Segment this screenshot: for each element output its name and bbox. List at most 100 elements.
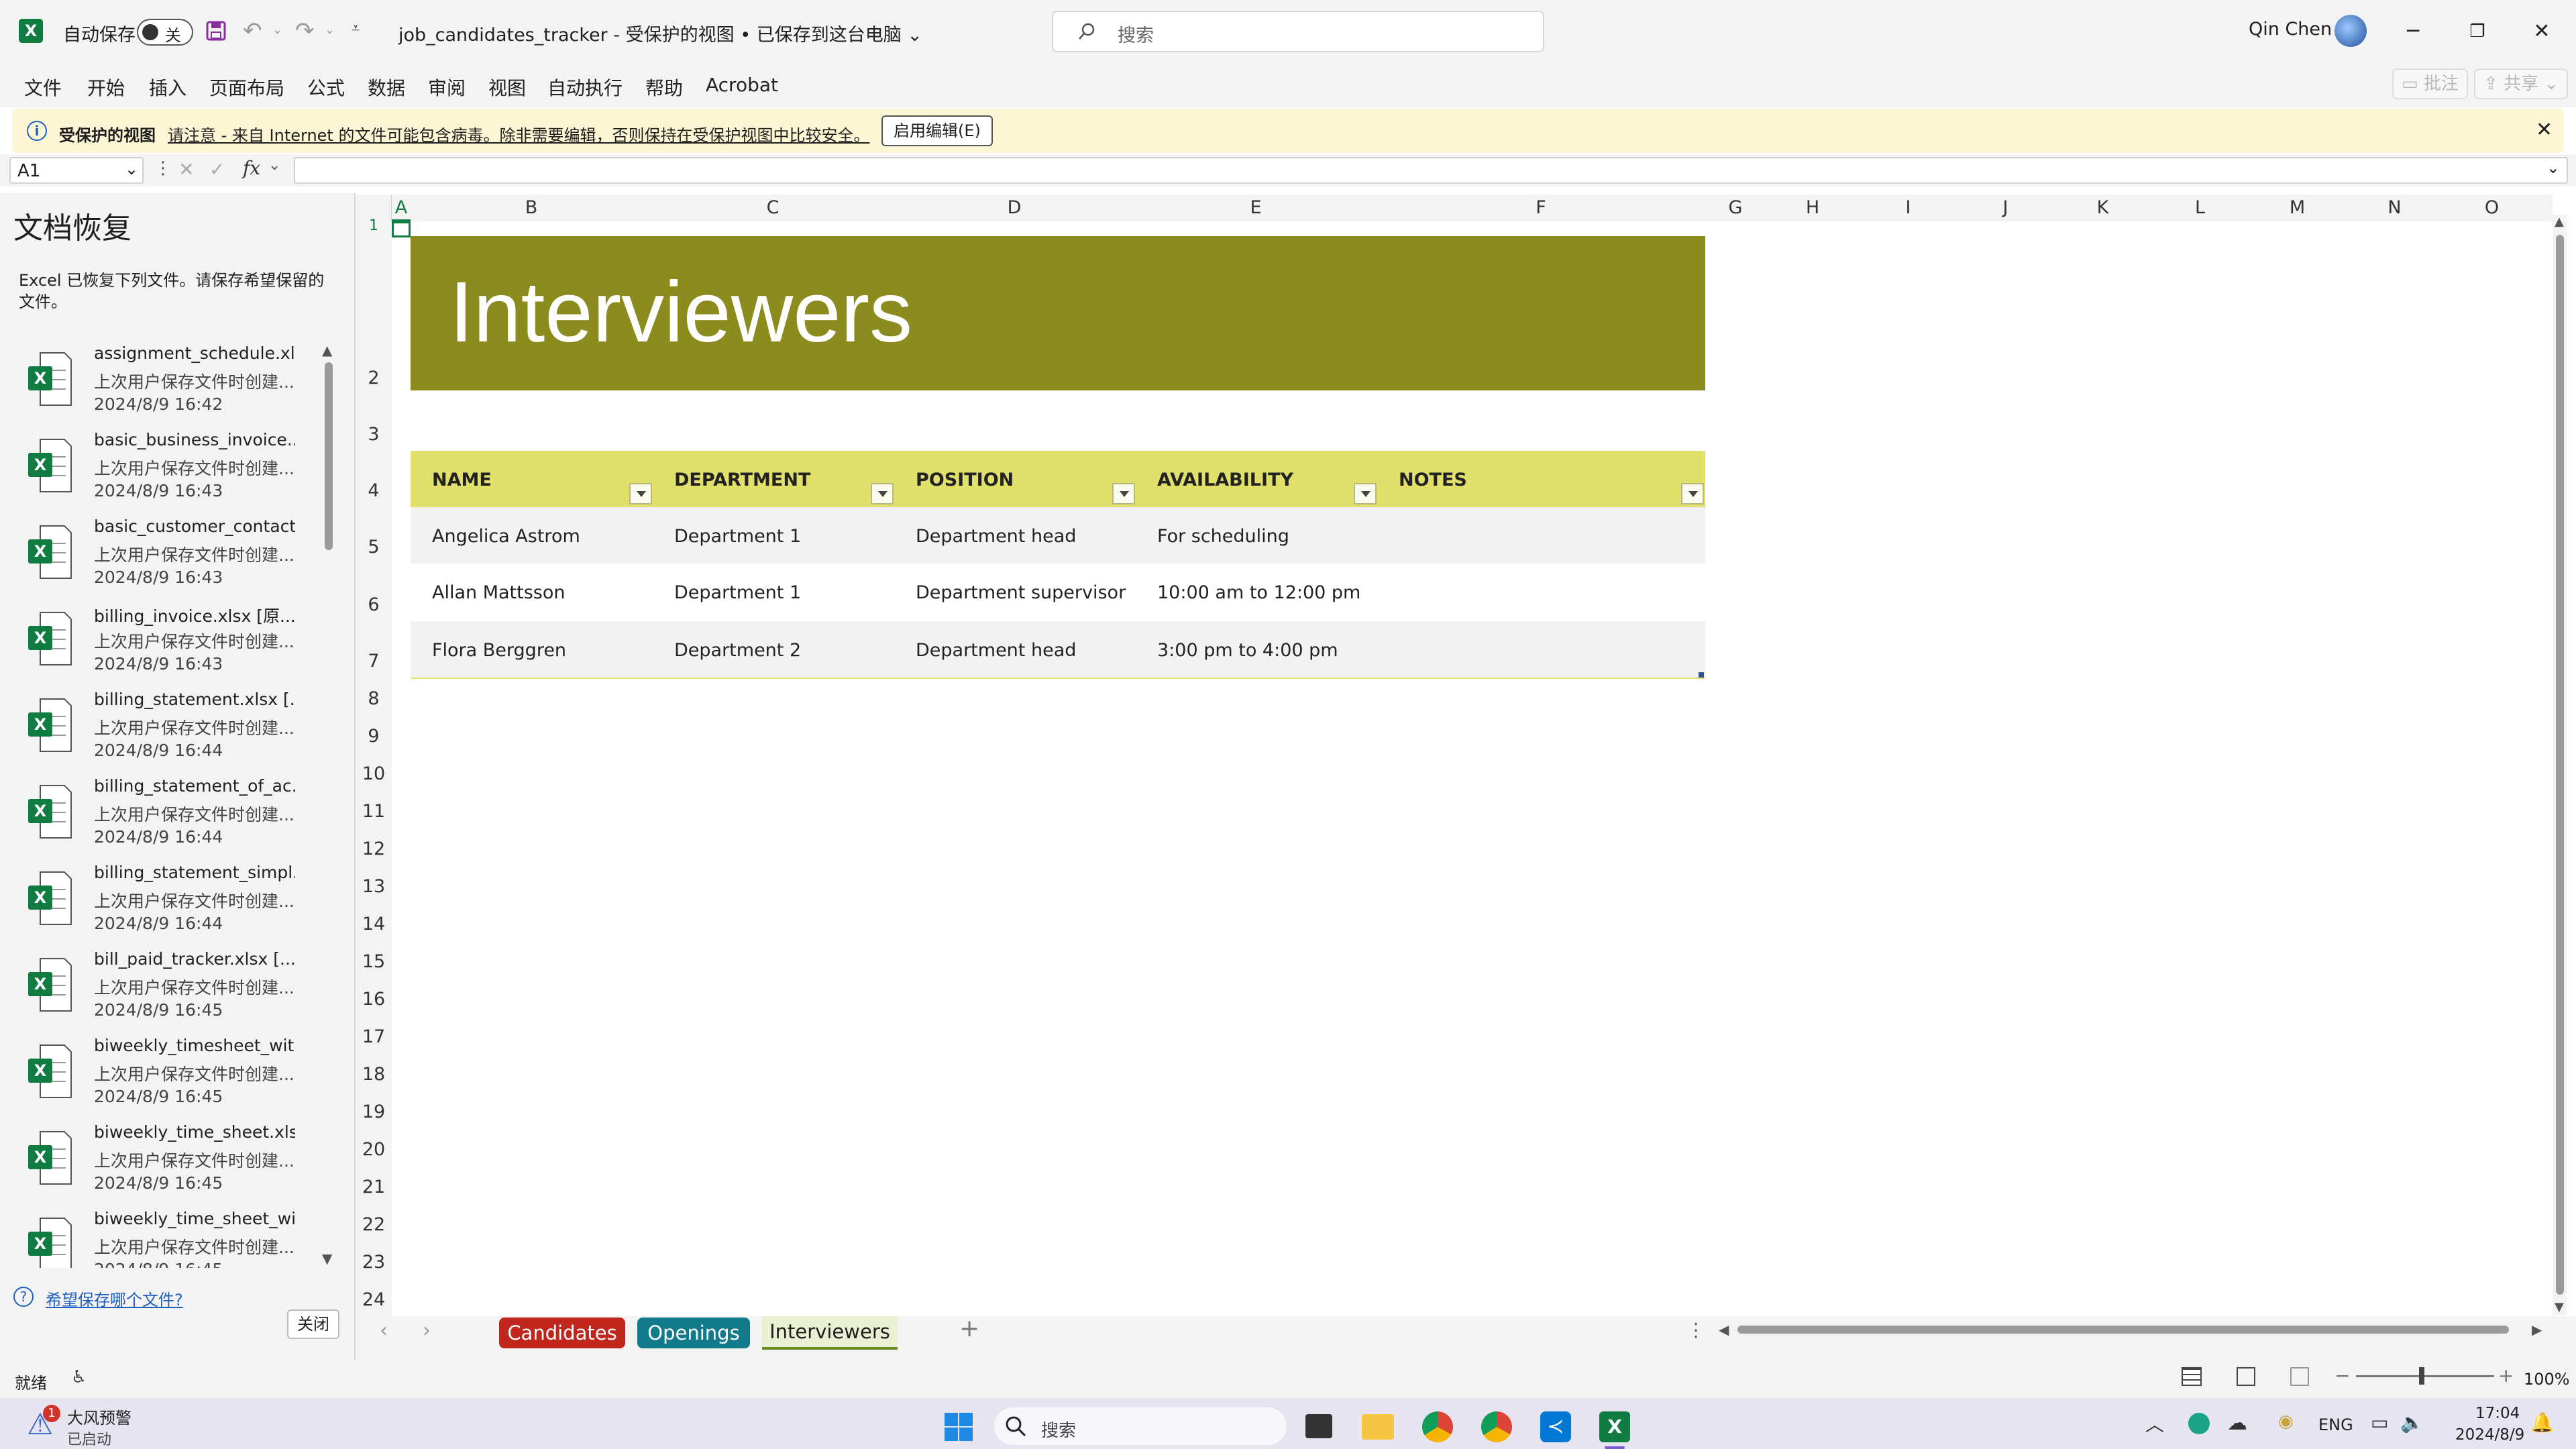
menu-help[interactable]: 帮助 — [645, 74, 683, 101]
onedrive-icon[interactable]: ☁ — [2227, 1411, 2247, 1435]
customize-toolbar-icon[interactable]: ⩡ — [352, 20, 360, 37]
vertical-scrollbar[interactable]: ▲ ▼ — [2553, 215, 2567, 1315]
document-title[interactable]: job_candidates_tracker - 受保护的视图 • 已保存到这台… — [398, 20, 922, 46]
tab-openings[interactable]: Openings — [637, 1318, 750, 1348]
recovery-close-button[interactable]: 关闭 — [287, 1309, 339, 1339]
restore-icon[interactable]: ❐ — [2447, 0, 2508, 63]
accessibility-icon[interactable]: ♿ — [71, 1367, 87, 1387]
formula-input[interactable]: ⌄ — [294, 157, 2568, 184]
vertical-scroll-thumb[interactable] — [2556, 235, 2564, 1295]
cell-name[interactable]: Angelica Astrom — [432, 526, 580, 547]
menu-automate[interactable]: 自动执行 — [547, 74, 623, 101]
row-header-15[interactable]: 15 — [356, 951, 392, 972]
redo-dropdown-icon[interactable]: ⌄ — [325, 23, 335, 37]
recovery-file-item[interactable]: Xbasic_business_invoice.... 上次用户保存文件时创建..… — [0, 429, 329, 515]
scroll-up-icon[interactable]: ▲ — [2555, 215, 2564, 229]
column-header-b[interactable]: B — [411, 195, 652, 221]
row-header-5[interactable]: 5 — [356, 537, 392, 557]
help-link[interactable]: 希望保存哪个文件? — [46, 1287, 183, 1310]
previous-sheet-icon[interactable]: ‹ — [380, 1319, 388, 1342]
notification-bell-icon[interactable]: 🔔 — [2530, 1411, 2554, 1434]
volume-icon[interactable]: 🔈 — [2400, 1411, 2424, 1434]
recovery-file-item[interactable]: Xassignment_schedule.xl... 上次用户保存文件时创建...… — [0, 342, 329, 429]
recovery-scroll-down-icon[interactable]: ▼ — [322, 1250, 332, 1267]
weather-title[interactable]: 大风预警 — [67, 1405, 131, 1428]
sheet-options-icon[interactable]: ⋮ — [1686, 1319, 1705, 1341]
row-header-19[interactable]: 19 — [356, 1102, 392, 1122]
cell-name[interactable]: Flora Berggren — [432, 640, 566, 661]
enable-editing-button[interactable]: 启用编辑(E) — [881, 115, 993, 146]
menu-review[interactable]: 审阅 — [428, 74, 466, 101]
row-header-14[interactable]: 14 — [356, 914, 392, 934]
redo-icon[interactable]: ↷ — [295, 17, 315, 44]
row-header-10[interactable]: 10 — [356, 763, 392, 784]
chrome-profile-icon[interactable] — [1481, 1411, 1512, 1442]
column-header-h[interactable]: H — [1766, 195, 1860, 221]
fx-dropdown-icon[interactable]: ⌄ — [268, 157, 280, 174]
cancel-icon[interactable]: ✕ — [178, 158, 194, 180]
row-header-7[interactable]: 7 — [356, 651, 392, 672]
menu-home[interactable]: 开始 — [87, 74, 125, 101]
page-layout-view-icon[interactable] — [2237, 1367, 2255, 1386]
clock-date[interactable]: 2024/8/9 — [2455, 1426, 2524, 1444]
scroll-left-icon[interactable]: ◀ — [1719, 1322, 1729, 1338]
avatar[interactable] — [2334, 15, 2367, 47]
cell-position[interactable]: Department head — [916, 640, 1076, 661]
recovery-file-item[interactable]: Xbilling_statement.xlsx [... 上次用户保存文件时创建.… — [0, 688, 329, 775]
recovery-file-item[interactable]: Xbasic_customer_contact... 上次用户保存文件时创建...… — [0, 515, 329, 602]
row-header-9[interactable]: 9 — [356, 726, 392, 747]
row-header-21[interactable]: 21 — [356, 1177, 392, 1197]
recovery-scroll-up-icon[interactable]: ▲ — [322, 342, 332, 358]
search-box[interactable]: 搜索 — [1052, 11, 1544, 52]
zoom-out-icon[interactable]: − — [2334, 1364, 2350, 1387]
row-header-11[interactable]: 11 — [356, 801, 392, 822]
menu-formulas[interactable]: 公式 — [307, 74, 345, 101]
recovery-file-item[interactable]: Xbiweekly_timesheet_wit... 上次用户保存文件时创建...… — [0, 1034, 329, 1121]
zoom-slider-thumb[interactable] — [2419, 1367, 2424, 1385]
tab-candidates[interactable]: Candidates — [499, 1318, 625, 1348]
show-hidden-icons-icon[interactable]: ︿ — [2145, 1410, 2164, 1437]
autosave-toggle[interactable]: 关 — [137, 19, 193, 46]
column-header-g[interactable]: G — [1705, 195, 1766, 221]
edge-tray-icon[interactable] — [2188, 1413, 2210, 1434]
network-icon[interactable]: ▭ — [2371, 1411, 2388, 1434]
undo-dropdown-icon[interactable]: ⌄ — [272, 23, 282, 37]
undo-icon[interactable]: ↶ — [243, 17, 262, 44]
row-header-12[interactable]: 12 — [356, 839, 392, 859]
vscode-icon[interactable]: ≺ — [1540, 1411, 1571, 1442]
row-header-8[interactable]: 8 — [356, 688, 392, 709]
menu-view[interactable]: 视图 — [488, 74, 526, 101]
start-icon[interactable] — [943, 1411, 974, 1442]
cell-availability[interactable]: For scheduling — [1157, 526, 1289, 547]
column-header-f[interactable]: F — [1377, 195, 1705, 221]
normal-view-icon[interactable] — [2182, 1367, 2202, 1386]
zoom-level[interactable]: 100% — [2524, 1370, 2570, 1389]
filter-dropdown-icon[interactable] — [629, 483, 652, 504]
row-header-3[interactable]: 3 — [356, 424, 392, 445]
excel-taskbar-icon[interactable]: X — [1599, 1411, 1630, 1442]
column-header-a[interactable]: A — [392, 195, 411, 221]
user-name[interactable]: Qin Chen — [2249, 19, 2332, 40]
recovery-file-item[interactable]: Xbiweekly_time_sheet.xls... 上次用户保存文件时创建..… — [0, 1121, 329, 1208]
row-header-23[interactable]: 23 — [356, 1252, 392, 1273]
active-cell-a1[interactable] — [392, 221, 411, 237]
more-options-icon[interactable]: ⋮ — [154, 158, 172, 178]
column-header-e[interactable]: E — [1135, 195, 1377, 221]
row-header-20[interactable]: 20 — [356, 1139, 392, 1160]
column-header-j[interactable]: J — [1957, 195, 2054, 221]
column-header-d[interactable]: D — [894, 195, 1135, 221]
row-header-4[interactable]: 4 — [356, 480, 392, 501]
close-icon[interactable]: ✕ — [2536, 118, 2553, 142]
scroll-down-icon[interactable]: ▼ — [2555, 1300, 2564, 1314]
row-header-18[interactable]: 18 — [356, 1064, 392, 1085]
column-header-o[interactable]: O — [2443, 195, 2540, 221]
cell-position[interactable]: Department supervisor — [916, 582, 1126, 603]
insert-function-icon[interactable]: fx — [243, 157, 260, 179]
taskbar-search[interactable]: 搜索 — [994, 1407, 1287, 1445]
recovery-scrollbar-thumb[interactable] — [325, 362, 333, 550]
next-sheet-icon[interactable]: › — [423, 1319, 431, 1342]
enter-icon[interactable]: ✓ — [209, 158, 225, 180]
page-break-view-icon[interactable] — [2290, 1367, 2309, 1386]
column-header-m[interactable]: M — [2249, 195, 2346, 221]
column-header-n[interactable]: N — [2346, 195, 2443, 221]
